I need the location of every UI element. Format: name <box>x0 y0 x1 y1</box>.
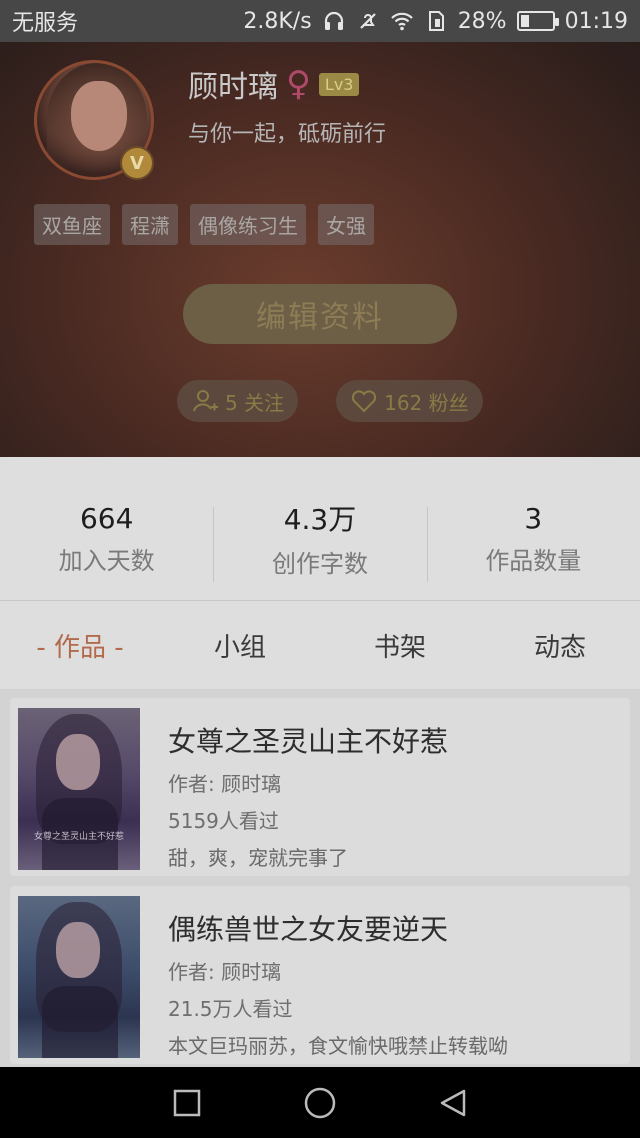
work-title[interactable]: 偶练兽世之女友要逆天 <box>168 908 508 948</box>
following-button[interactable]: 5 关注 <box>177 380 299 422</box>
tab-bookshelf[interactable]: 书架 <box>320 627 480 664</box>
stats-bar: 664 加入天数 4.3万 创作字数 3 作品数量 <box>0 457 640 601</box>
tag-list: 双鱼座 程潇 偶像练习生 女强 <box>34 204 374 245</box>
stat-join-days: 664 加入天数 <box>0 457 213 600</box>
user-name: 顾时璃 <box>188 70 278 105</box>
book-cover[interactable]: 女尊之圣灵山主不好惹 <box>18 708 140 870</box>
clock: 01:19 <box>564 8 628 34</box>
stat-word-count: 4.3万 创作字数 <box>213 457 426 600</box>
level-badge: Lv3 <box>318 72 360 96</box>
status-bar-right: 2.8K/s 28% 01:19 <box>243 9 628 34</box>
work-info: 偶练兽世之女友要逆天 作者: 顾时璃 21.5万人看过 本文巨玛丽苏，食文愉快哦… <box>168 908 508 1059</box>
book-cover[interactable] <box>18 896 140 1058</box>
tag-item[interactable]: 程潇 <box>122 204 178 245</box>
battery-percent: 28% <box>457 8 507 34</box>
square-icon <box>173 1089 200 1116</box>
work-title[interactable]: 女尊之圣灵山主不好惹 <box>168 720 448 760</box>
work-views: 21.5万人看过 <box>168 997 293 1021</box>
stat-value: 664 <box>79 501 134 535</box>
stat-label: 作品数量 <box>485 546 582 575</box>
avatar-face <box>71 81 127 151</box>
recents-button[interactable] <box>170 1086 204 1120</box>
tag-item[interactable]: 偶像练习生 <box>190 204 306 245</box>
tab-works[interactable]: - 作品 - <box>0 627 160 664</box>
followers-label: 162 粉丝 <box>384 390 469 415</box>
stat-label: 加入天数 <box>58 546 155 575</box>
tab-groups[interactable]: 小组 <box>160 627 320 664</box>
tab-bar: - 作品 - 小组 书架 动态 <box>0 602 640 690</box>
work-info: 女尊之圣灵山主不好惹 作者: 顾时璃 5159人看过 甜，爽，宠就完事了 <box>168 720 448 871</box>
stat-works-count: 3 作品数量 <box>426 457 640 600</box>
profile-header: V 顾时璃 ♀ Lv3 与你一起，砥砺前行 双鱼座 程潇 偶像练习生 女强 编辑… <box>0 42 640 457</box>
tag-item[interactable]: 双鱼座 <box>34 204 110 245</box>
circle-icon <box>304 1087 336 1118</box>
work-card[interactable]: 女尊之圣灵山主不好惹 女尊之圣灵山主不好惹 作者: 顾时璃 5159人看过 甜，… <box>10 698 630 876</box>
work-card[interactable]: 偶练兽世之女友要逆天 作者: 顾时璃 21.5万人看过 本文巨玛丽苏，食文愉快哦… <box>10 886 630 1064</box>
work-description: 本文巨玛丽苏，食文愉快哦禁止转载呦 <box>168 1034 508 1058</box>
back-triangle-icon <box>441 1089 466 1116</box>
avatar-container[interactable]: V <box>34 60 154 180</box>
work-author: 作者: 顾时璃 <box>168 960 282 984</box>
battery-fill <box>520 15 529 27</box>
cover-figure-face <box>56 922 100 978</box>
cover-figure-face <box>56 734 100 790</box>
work-description: 甜，爽，宠就完事了 <box>168 846 348 870</box>
status-bar: 无服务 2.8K/s 28% 01:19 <box>0 0 640 42</box>
verified-badge: V <box>120 146 154 180</box>
work-views: 5159人看过 <box>168 809 279 833</box>
home-button[interactable] <box>303 1086 337 1120</box>
cover-figure-body <box>42 986 118 1058</box>
works-list: 女尊之圣灵山主不好惹 女尊之圣灵山主不好惹 作者: 顾时璃 5159人看过 甜，… <box>0 690 640 1067</box>
user-signature: 与你一起，砥砺前行 <box>188 122 387 147</box>
female-icon: ♀ <box>286 64 311 104</box>
carrier-label: 无服务 <box>12 11 79 36</box>
profile-page: 无服务 2.8K/s 28% 01:19 V 顾时璃 ♀ Lv3 与你一起，砥砺… <box>0 0 640 1138</box>
stat-label: 创作字数 <box>271 550 368 578</box>
network-speed: 2.8K/s <box>243 8 312 34</box>
stat-value: 3 <box>524 501 543 535</box>
wifi-icon <box>390 12 413 31</box>
mute-icon <box>359 13 376 29</box>
headphones-icon <box>324 11 343 30</box>
name-row: 顾时璃 ♀ Lv3 <box>188 62 360 106</box>
sim-icon <box>428 11 444 31</box>
following-label: 5 关注 <box>225 390 285 415</box>
tag-item[interactable]: 女强 <box>318 204 374 245</box>
cover-title-text: 女尊之圣灵山主不好惹 <box>33 832 124 842</box>
edit-profile-button[interactable]: 编辑资料 <box>183 284 457 344</box>
system-nav-bar <box>0 1067 640 1138</box>
follow-row: 5 关注 162 粉丝 <box>177 380 483 422</box>
heart-icon <box>352 390 377 413</box>
tab-activity[interactable]: 动态 <box>480 627 640 664</box>
back-button[interactable] <box>436 1086 470 1120</box>
stat-value: 4.3万 <box>283 503 357 536</box>
add-user-icon <box>193 390 218 412</box>
work-author: 作者: 顾时璃 <box>168 772 282 796</box>
battery-icon <box>516 11 559 31</box>
followers-button[interactable]: 162 粉丝 <box>336 380 483 422</box>
